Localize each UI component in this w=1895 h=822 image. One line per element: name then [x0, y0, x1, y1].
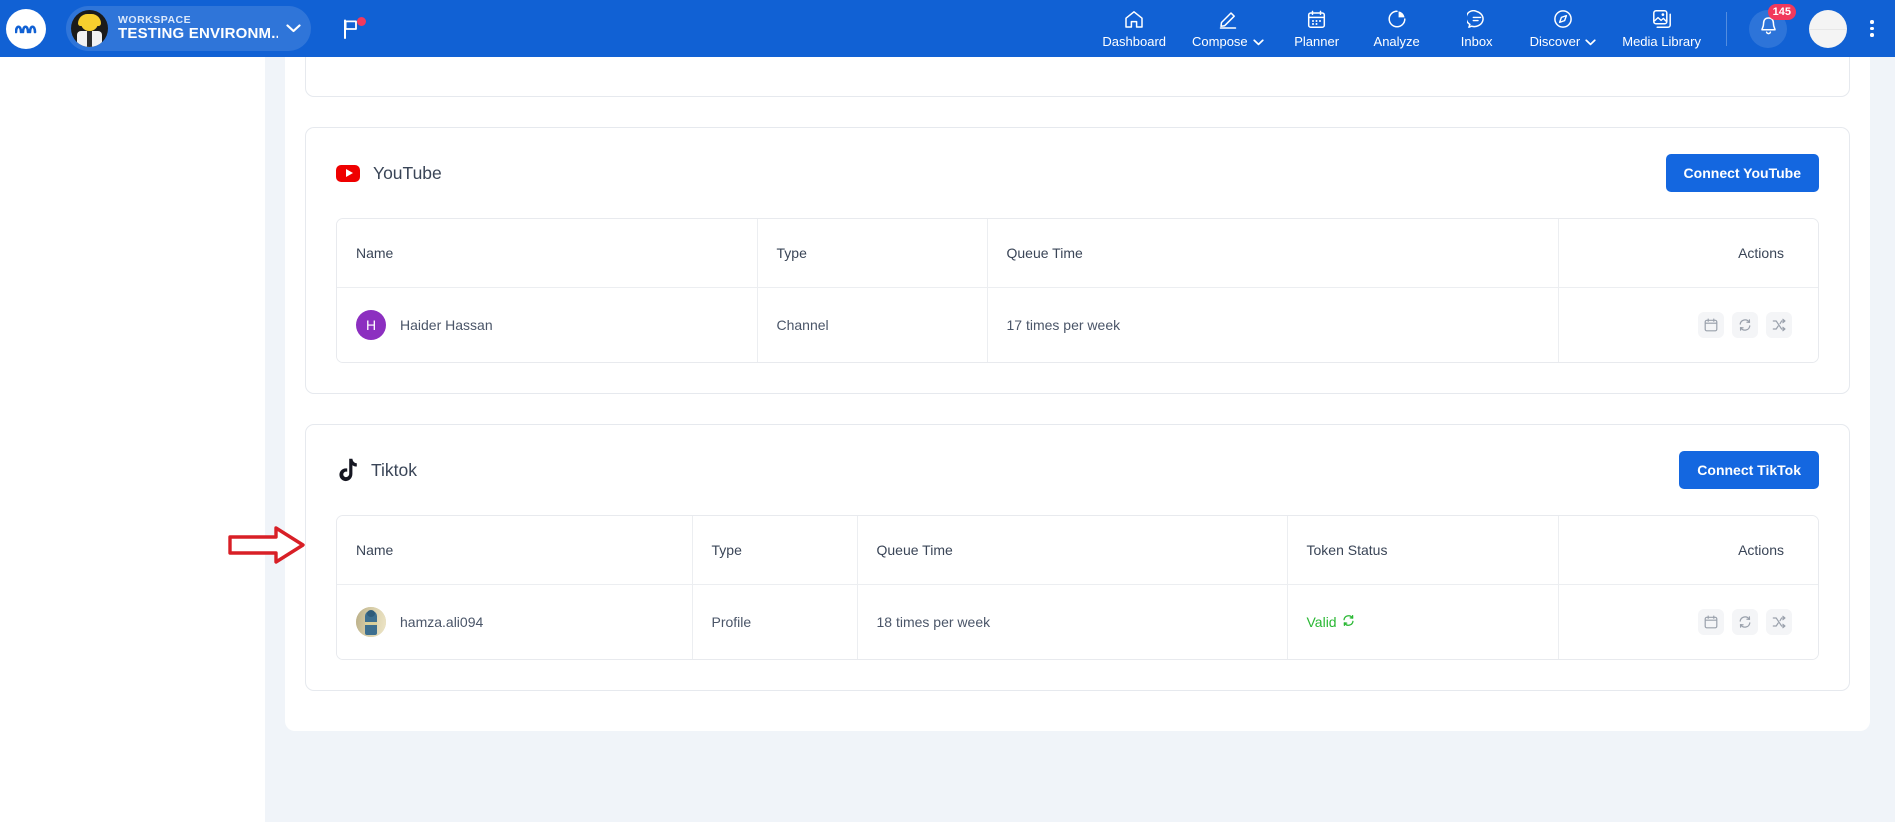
table-row[interactable]: hamza.ali094 Profile 18 times per week V…: [337, 584, 1818, 659]
avatar: H: [356, 310, 386, 340]
chevron-down-icon: [286, 20, 301, 38]
platform-section-youtube: YouTube Connect YouTube Name Type Queue …: [305, 127, 1850, 394]
column-header-name: Name: [337, 516, 693, 585]
chevron-down-icon: [1253, 34, 1264, 49]
flag-icon[interactable]: [339, 16, 366, 41]
youtube-icon: [336, 164, 360, 182]
platform-title-group: YouTube: [336, 163, 442, 184]
top-navigation-bar: WORKSPACE TESTING ENVIRONM... Dashboard …: [0, 0, 1895, 57]
chevron-down-icon: [1585, 34, 1596, 49]
bell-icon: [1759, 16, 1778, 41]
nav-item-planner[interactable]: Planner: [1277, 9, 1357, 49]
connect-youtube-button[interactable]: Connect YouTube: [1665, 154, 1819, 192]
column-header-queue-time: Queue Time: [857, 516, 1288, 585]
nav-label: Dashboard: [1102, 33, 1167, 49]
shuffle-icon[interactable]: [1766, 609, 1792, 635]
column-header-type: Type: [692, 516, 858, 585]
nav-divider: [1726, 11, 1727, 46]
nav-label: Inbox: [1460, 33, 1493, 49]
home-icon: [1124, 9, 1144, 30]
platform-title-group: Tiktok: [336, 458, 417, 483]
connect-tiktok-button[interactable]: Connect TikTok: [1679, 451, 1819, 489]
nav-label: Media Library: [1622, 33, 1701, 49]
account-name: Haider Hassan: [400, 317, 493, 333]
pie-chart-icon: [1387, 9, 1407, 30]
platform-name: Tiktok: [371, 459, 418, 480]
calendar-icon: [1307, 9, 1326, 30]
nav-label: Analyze: [1373, 33, 1420, 49]
status-badge: Valid: [1306, 614, 1337, 630]
cell-name: hamza.ali094: [337, 584, 693, 659]
table-header-row: Name Type Queue Time Token Status Action…: [337, 516, 1818, 585]
nav-label: Planner: [1294, 33, 1340, 49]
refresh-icon[interactable]: [1732, 609, 1758, 635]
column-header-token-status: Token Status: [1287, 516, 1559, 585]
nav-item-compose[interactable]: Compose: [1179, 9, 1277, 49]
section-header: YouTube Connect YouTube: [306, 128, 1849, 218]
contentstudio-logo-icon[interactable]: [6, 8, 46, 49]
nav-item-inbox[interactable]: Inbox: [1437, 9, 1517, 49]
nav-item-media-library[interactable]: Media Library: [1609, 9, 1714, 49]
calendar-icon[interactable]: [1698, 312, 1724, 338]
shuffle-icon[interactable]: [1766, 312, 1792, 338]
compass-icon: [1553, 9, 1573, 30]
accounts-table-tiktok: Name Type Queue Time Token Status Action…: [336, 515, 1819, 660]
workspace-label: WORKSPACE: [118, 14, 192, 27]
account-name: hamza.ali094: [400, 614, 484, 630]
calendar-icon[interactable]: [1698, 609, 1724, 635]
chat-bubble-icon: [1466, 9, 1487, 30]
nav-item-analyze[interactable]: Analyze: [1357, 9, 1437, 49]
content-scroll-area[interactable]: YouTube Connect YouTube Name Type Queue …: [265, 57, 1895, 822]
workspace-avatar: [71, 10, 108, 47]
user-avatar[interactable]: [1809, 9, 1847, 48]
kebab-menu-icon[interactable]: [1863, 16, 1881, 42]
nav-label: Discover: [1529, 33, 1581, 49]
pencil-icon: [1218, 9, 1238, 30]
cell-type: Channel: [757, 287, 988, 362]
cell-token-status: Valid: [1287, 584, 1559, 659]
nav-item-dashboard[interactable]: Dashboard: [1089, 9, 1179, 49]
column-header-name: Name: [337, 219, 758, 288]
accounts-table-youtube: Name Type Queue Time Actions H Haider Ha…: [336, 218, 1819, 363]
cell-queue-time: 17 times per week: [987, 287, 1559, 362]
column-header-queue-time: Queue Time: [987, 219, 1559, 288]
workspace-selector[interactable]: WORKSPACE TESTING ENVIRONM...: [66, 6, 311, 51]
images-icon: [1652, 9, 1672, 30]
previous-platform-card-clipped: [305, 57, 1850, 97]
cell-queue-time: 18 times per week: [857, 584, 1288, 659]
platform-name: YouTube: [373, 162, 442, 183]
table-row[interactable]: H Haider Hassan Channel 17 times per wee…: [337, 287, 1818, 362]
notification-count-badge: 145: [1767, 3, 1796, 20]
refresh-icon[interactable]: [1732, 312, 1758, 338]
platform-section-tiktok: Tiktok Connect TikTok Name Type Queue Ti…: [305, 424, 1850, 691]
settings-page-container: YouTube Connect YouTube Name Type Queue …: [285, 57, 1870, 731]
notifications-button[interactable]: 145: [1749, 3, 1796, 48]
tiktok-icon: [336, 458, 358, 483]
cell-type: Profile: [692, 584, 858, 659]
left-sidebar: [0, 57, 265, 822]
column-header-type: Type: [757, 219, 988, 288]
table-header-row: Name Type Queue Time Actions: [337, 219, 1818, 288]
main-nav-items: Dashboard Compose Planner Analyze Inbox …: [1089, 9, 1714, 49]
nav-item-discover[interactable]: Discover: [1517, 9, 1610, 49]
cell-actions: [1558, 584, 1818, 659]
column-header-actions: Actions: [1558, 516, 1818, 585]
section-header: Tiktok Connect TikTok: [306, 425, 1849, 515]
avatar: [356, 607, 386, 637]
cell-name: H Haider Hassan: [337, 287, 758, 362]
workspace-name: TESTING ENVIRONM...: [118, 26, 278, 42]
flag-notification-dot: [357, 16, 366, 26]
nav-label: Compose: [1192, 33, 1248, 49]
refresh-icon[interactable]: [1342, 614, 1355, 630]
cell-actions: [1558, 287, 1818, 362]
column-header-actions: Actions: [1558, 219, 1818, 288]
